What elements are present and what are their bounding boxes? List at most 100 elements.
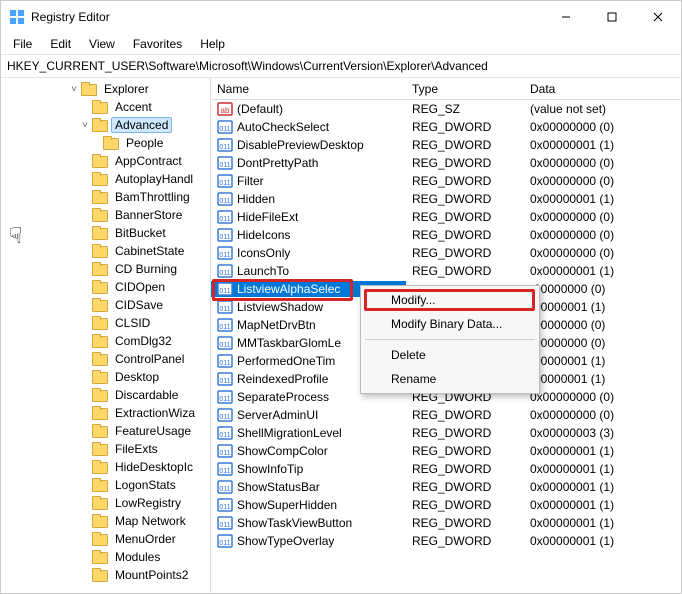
folder-icon: [92, 550, 108, 564]
tree-item[interactable]: BamThrottling: [1, 188, 210, 206]
address-bar[interactable]: HKEY_CURRENT_USER\Software\Microsoft\Win…: [1, 55, 681, 78]
value-type: REG_DWORD: [406, 426, 524, 440]
tree-item[interactable]: AppContract: [1, 152, 210, 170]
tree-item[interactable]: People: [1, 134, 210, 152]
folder-icon: [92, 478, 108, 492]
tree-item[interactable]: BitBucket: [1, 224, 210, 242]
value-data: 0x00000003 (3): [524, 426, 681, 440]
tree-item[interactable]: FileExts: [1, 440, 210, 458]
value-name: PerformedOneTim: [237, 354, 335, 368]
tree-item[interactable]: ControlPanel: [1, 350, 210, 368]
svg-text:011: 011: [219, 324, 230, 331]
tree-item[interactable]: AutoplayHandl: [1, 170, 210, 188]
folder-icon: [92, 532, 108, 546]
value-row[interactable]: 011ShowInfoTipREG_DWORD0x00000001 (1): [211, 460, 681, 478]
tree-label: HideDesktopIc: [111, 460, 197, 474]
tree-label: Map Network: [111, 514, 190, 528]
svg-text:011: 011: [219, 486, 230, 493]
value-type: REG_DWORD: [406, 174, 524, 188]
value-name: MapNetDrvBtn: [237, 318, 316, 332]
tree-item[interactable]: FeatureUsage: [1, 422, 210, 440]
tree-item[interactable]: BannerStore: [1, 206, 210, 224]
menu-favorites[interactable]: Favorites: [125, 35, 190, 53]
menu-file[interactable]: File: [5, 35, 40, 53]
tree-item[interactable]: MenuOrder: [1, 530, 210, 548]
value-row[interactable]: 011ShowTaskViewButtonREG_DWORD0x00000001…: [211, 514, 681, 532]
value-row[interactable]: 011HideFileExtREG_DWORD0x00000000 (0): [211, 208, 681, 226]
tree-item[interactable]: LogonStats: [1, 476, 210, 494]
chevron-icon[interactable]: ˅: [78, 120, 92, 131]
value-name: ListviewShadow: [237, 300, 323, 314]
tree-label: CLSID: [111, 316, 154, 330]
chevron-icon[interactable]: ˅: [67, 84, 81, 95]
tree-label: MenuOrder: [111, 532, 180, 546]
col-name[interactable]: Name: [211, 82, 406, 96]
menubar: FileEditViewFavoritesHelp: [1, 33, 681, 55]
menu-help[interactable]: Help: [192, 35, 233, 53]
context-menu: Modify...Modify Binary Data... DeleteRena…: [360, 285, 540, 394]
value-row[interactable]: 011FilterREG_DWORD0x00000000 (0): [211, 172, 681, 190]
svg-text:011: 011: [219, 432, 230, 439]
value-name: IconsOnly: [237, 246, 290, 260]
tree-item[interactable]: CIDOpen: [1, 278, 210, 296]
tree-item[interactable]: HideDesktopIc: [1, 458, 210, 476]
value-row[interactable]: 011HideIconsREG_DWORD0x00000000 (0): [211, 226, 681, 244]
value-row[interactable]: ab(Default)REG_SZ(value not set): [211, 100, 681, 118]
tree-item[interactable]: MountPoints2: [1, 566, 210, 584]
tree-item[interactable]: ExtractionWiza: [1, 404, 210, 422]
tree-item[interactable]: CabinetState: [1, 242, 210, 260]
value-type: REG_DWORD: [406, 516, 524, 530]
tree-item[interactable]: Discardable: [1, 386, 210, 404]
col-data[interactable]: Data: [524, 82, 681, 96]
value-row[interactable]: 011ShowStatusBarREG_DWORD0x00000001 (1): [211, 478, 681, 496]
tree-pane[interactable]: ˅ExplorerAccent˅AdvancedPeopleAppContrac…: [1, 78, 211, 593]
menu-view[interactable]: View: [81, 35, 123, 53]
value-row[interactable]: 011DisablePreviewDesktopREG_DWORD0x00000…: [211, 136, 681, 154]
value-name: SeparateProcess: [237, 390, 329, 404]
value-row[interactable]: 011DontPrettyPathREG_DWORD0x00000000 (0): [211, 154, 681, 172]
value-row[interactable]: 011LaunchToREG_DWORD0x00000001 (1): [211, 262, 681, 280]
tree-item[interactable]: ˅Advanced: [1, 116, 210, 134]
tree-item[interactable]: ˅Explorer: [1, 80, 210, 98]
tree-label: CabinetState: [111, 244, 188, 258]
value-name: ShowInfoTip: [237, 462, 303, 476]
tree-item[interactable]: Map Network: [1, 512, 210, 530]
tree-item[interactable]: CD Burning: [1, 260, 210, 278]
value-data: 0x00000000 (0): [524, 174, 681, 188]
values-pane[interactable]: Name Type Data ab(Default)REG_SZ(value n…: [211, 78, 681, 593]
svg-text:011: 011: [219, 450, 230, 457]
tree-item[interactable]: LowRegistry: [1, 494, 210, 512]
value-row[interactable]: 011ServerAdminUIREG_DWORD0x00000000 (0): [211, 406, 681, 424]
menu-edit[interactable]: Edit: [42, 35, 79, 53]
ctx-modify[interactable]: Modify...: [363, 288, 537, 312]
minimize-button[interactable]: [543, 1, 589, 33]
tree-item[interactable]: CLSID: [1, 314, 210, 332]
binary-value-icon: 011: [217, 245, 233, 261]
value-row[interactable]: 011ShellMigrationLevelREG_DWORD0x0000000…: [211, 424, 681, 442]
maximize-button[interactable]: [589, 1, 635, 33]
tree-label: LowRegistry: [111, 496, 185, 510]
value-row[interactable]: 011ShowCompColorREG_DWORD0x00000001 (1): [211, 442, 681, 460]
tree-item[interactable]: CIDSave: [1, 296, 210, 314]
value-name: HideIcons: [237, 228, 290, 242]
value-row[interactable]: 011IconsOnlyREG_DWORD0x00000000 (0): [211, 244, 681, 262]
col-type[interactable]: Type: [406, 82, 524, 96]
close-button[interactable]: [635, 1, 681, 33]
value-row[interactable]: 011HiddenREG_DWORD0x00000001 (1): [211, 190, 681, 208]
tree-label: ComDlg32: [111, 334, 176, 348]
value-data: 0x00000001 (1): [524, 480, 681, 494]
column-headers: Name Type Data: [211, 78, 681, 100]
value-type: REG_DWORD: [406, 246, 524, 260]
tree-item[interactable]: Desktop: [1, 368, 210, 386]
value-row[interactable]: 011ShowTypeOverlayREG_DWORD0x00000001 (1…: [211, 532, 681, 550]
ctx-delete[interactable]: Delete: [363, 343, 537, 367]
ctx-rename[interactable]: Rename: [363, 367, 537, 391]
tree-item[interactable]: ComDlg32: [1, 332, 210, 350]
value-row[interactable]: 011AutoCheckSelectREG_DWORD0x00000000 (0…: [211, 118, 681, 136]
tree-item[interactable]: Accent: [1, 98, 210, 116]
ctx-modify-binary-data[interactable]: Modify Binary Data...: [363, 312, 537, 336]
value-row[interactable]: 011ShowSuperHiddenREG_DWORD0x00000001 (1…: [211, 496, 681, 514]
tree-item[interactable]: Modules: [1, 548, 210, 566]
value-data: ‹00000001 (1): [524, 372, 681, 386]
tree-label: FeatureUsage: [111, 424, 195, 438]
